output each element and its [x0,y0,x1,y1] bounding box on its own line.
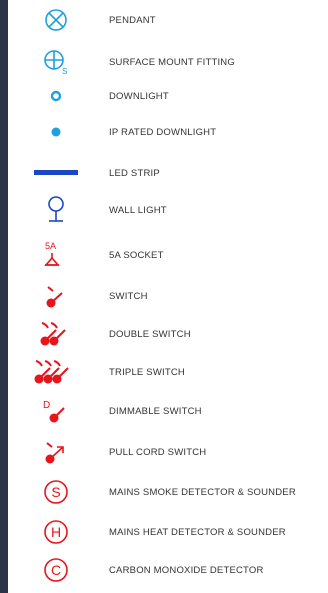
legend-label: DOWNLIGHT [109,90,169,102]
socket-5a-symbol-text: 5A [45,241,56,251]
legend-label: TRIPLE SWITCH [109,366,185,378]
ip-downlight-icon [28,114,84,150]
legend-label: SURFACE MOUNT FITTING [109,56,235,68]
co-detector-symbol-letter: C [51,562,61,578]
legend-item-co-detector: C CARBON MONOXIDE DETECTOR [0,552,328,588]
socket-5a-icon: 5A [28,237,84,273]
triple-switch-icon [28,354,84,390]
legend-item-pendant: PENDANT [0,2,328,38]
legend-label: PENDANT [109,14,156,26]
legend-label: IP RATED DOWNLIGHT [109,126,217,138]
heat-detector-icon: H [28,514,84,550]
dimmable-switch-symbol-letter: D [43,400,50,411]
legend-item-triple-switch: TRIPLE SWITCH [0,354,328,390]
legend-item-dimmable-switch: D DIMMABLE SWITCH [0,393,328,429]
legend-item-surface-mount-fitting: S SURFACE MOUNT FITTING [0,44,328,80]
wall-light-icon [28,192,84,228]
switch-icon [28,278,84,314]
symbol-legend: PENDANT S SURFACE MOUNT FITTING DOWNLIGH… [0,0,328,593]
legend-label: WALL LIGHT [109,204,167,216]
legend-item-wall-light: WALL LIGHT [0,192,328,228]
legend-label: DOUBLE SWITCH [109,328,191,340]
pull-cord-switch-icon [28,434,84,470]
legend-item-double-switch: DOUBLE SWITCH [0,316,328,352]
surface-mount-symbol-letter: S [62,67,67,76]
legend-item-ip-rated-downlight: IP RATED DOWNLIGHT [0,114,328,150]
double-switch-icon [28,316,84,352]
surface-mount-icon: S [28,44,84,80]
legend-label: LED STRIP [109,167,160,179]
heat-detector-symbol-letter: H [51,524,61,540]
smoke-detector-icon: S [28,474,84,510]
smoke-detector-symbol-letter: S [51,484,60,500]
legend-item-heat-detector: H MAINS HEAT DETECTOR & SOUNDER [0,514,328,550]
legend-item-led-strip: LED STRIP [0,155,328,191]
legend-label: DIMMABLE SWITCH [109,405,202,417]
downlight-icon [28,78,84,114]
pendant-icon [28,2,84,38]
legend-item-smoke-detector: S MAINS SMOKE DETECTOR & SOUNDER [0,474,328,510]
legend-item-pull-cord-switch: PULL CORD SWITCH [0,434,328,470]
legend-item-5a-socket: 5A 5A SOCKET [0,237,328,273]
led-strip-icon [28,155,84,191]
legend-label: MAINS HEAT DETECTOR & SOUNDER [109,526,286,538]
legend-item-switch: SWITCH [0,278,328,314]
co-detector-icon: C [28,552,84,588]
legend-label: 5A SOCKET [109,249,164,261]
legend-label: CARBON MONOXIDE DETECTOR [109,564,264,576]
dimmable-switch-icon: D [28,393,84,429]
legend-item-downlight: DOWNLIGHT [0,78,328,114]
legend-label: SWITCH [109,290,148,302]
legend-label: MAINS SMOKE DETECTOR & SOUNDER [109,486,296,498]
legend-label: PULL CORD SWITCH [109,446,207,458]
